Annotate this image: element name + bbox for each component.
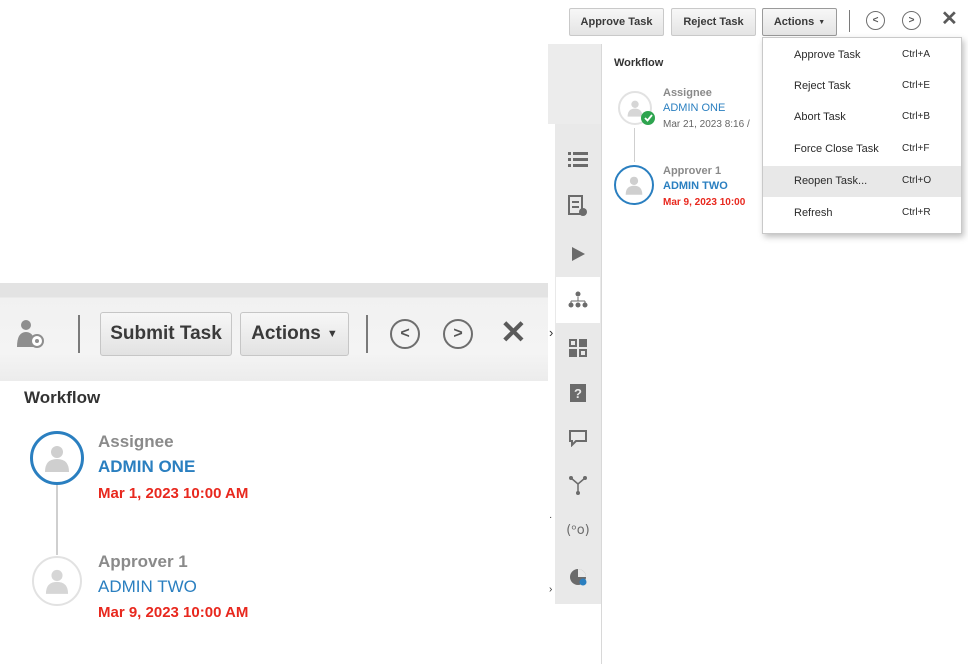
menu-item-label: Refresh [794, 207, 833, 219]
workflow-date: Mar 9, 2023 10:00 [663, 197, 746, 208]
previous-icon[interactable]: < [866, 11, 885, 30]
approver-avatar [32, 556, 82, 606]
submit-task-button[interactable]: Submit Task [100, 312, 232, 356]
stray-mark: › [549, 325, 554, 340]
branch-icon[interactable] [556, 463, 600, 507]
menu-item-shortcut: Ctrl+F [902, 143, 930, 154]
toolbar-separator [78, 315, 80, 353]
menu-item-shortcut: Ctrl+O [902, 175, 932, 186]
workflow-user-link[interactable]: ADMIN ONE [98, 457, 195, 477]
assignee-avatar [30, 431, 84, 485]
menu-item-label: Reject Task [794, 80, 851, 92]
approve-task-label: Approve Task [580, 16, 653, 28]
workflow-connector [56, 482, 58, 555]
panel-divider [601, 44, 602, 664]
workflow-role: Approver 1 [663, 165, 722, 177]
next-icon[interactable]: > [902, 11, 921, 30]
broadcast-icon[interactable]: (ᵒo) [556, 508, 600, 552]
reject-task-button[interactable]: Reject Task [671, 8, 756, 36]
menu-item-reopen-task[interactable]: Reopen Task... Ctrl+O [763, 166, 961, 197]
play-icon[interactable] [556, 232, 600, 276]
menu-item-abort-task[interactable]: Abort Task Ctrl+B [763, 102, 961, 133]
workflow-date: Mar 21, 2023 8:16 / [663, 119, 750, 130]
close-icon[interactable]: ✕ [500, 316, 527, 348]
side-panel-strip [548, 44, 602, 124]
menu-item-label: Reopen Task... [794, 175, 868, 187]
comment-icon[interactable] [556, 416, 600, 460]
menu-item-shortcut: Ctrl+B [902, 111, 931, 122]
menu-item-refresh[interactable]: Refresh Ctrl+R [763, 198, 961, 229]
previous-icon[interactable]: < [390, 319, 420, 349]
approve-task-button[interactable]: Approve Task [569, 8, 664, 36]
workflow-connector [634, 128, 635, 162]
user-settings-icon[interactable] [16, 317, 44, 351]
toolbar-separator [849, 10, 850, 32]
approver-avatar [614, 165, 654, 205]
workflow-title: Workflow [24, 388, 101, 407]
toolbar-separator [366, 315, 368, 353]
workflow-title: Workflow [614, 57, 664, 69]
menu-item-label: Force Close Task [794, 143, 879, 155]
stray-mark: › [549, 584, 553, 595]
help-document-icon[interactable]: ? [556, 371, 600, 415]
reject-task-label: Reject Task [683, 16, 744, 28]
workflow-user-link[interactable]: ADMIN TWO [663, 180, 728, 192]
workflow-role: Approver 1 [98, 552, 188, 571]
caret-down-icon: ▼ [818, 18, 826, 26]
workflow-user-link[interactable]: ADMIN ONE [663, 102, 725, 114]
submit-task-label: Submit Task [110, 323, 222, 344]
workflow-user-link[interactable]: ADMIN TWO [98, 577, 197, 597]
document-details-icon[interactable] [556, 184, 600, 228]
stray-mark: · [549, 512, 553, 523]
menu-item-label: Abort Task [794, 111, 846, 123]
caret-down-icon: ▼ [326, 328, 338, 340]
workflow-role: Assignee [663, 87, 712, 99]
menu-item-shortcut: Ctrl+R [902, 207, 931, 218]
pie-chart-icon[interactable] [556, 555, 600, 599]
menu-item-shortcut: Ctrl+A [902, 49, 931, 60]
completed-check-icon [641, 111, 655, 125]
menu-item-shortcut: Ctrl+E [902, 80, 931, 91]
close-icon[interactable]: ✕ [941, 9, 958, 29]
hierarchy-icon[interactable] [556, 277, 600, 323]
svg-text:?: ? [574, 386, 582, 401]
menu-item-force-close-task[interactable]: Force Close Task Ctrl+F [763, 134, 961, 165]
workflow-role: Assignee [98, 432, 174, 451]
left-workflow-panel [0, 381, 548, 664]
actions-menu-button[interactable]: Actions ▼ [240, 312, 349, 356]
menu-item-label: Approve Task [794, 49, 861, 61]
actions-label: Actions [773, 16, 815, 28]
actions-label: Actions [251, 323, 321, 344]
grid-icon[interactable] [556, 326, 600, 370]
list-icon[interactable] [556, 137, 600, 181]
actions-menu-button[interactable]: Actions ▼ [762, 8, 837, 36]
next-icon[interactable]: > [443, 319, 473, 349]
workflow-date: Mar 1, 2023 10:00 AM [98, 485, 249, 502]
menu-item-reject-task[interactable]: Reject Task Ctrl+E [763, 71, 961, 102]
workflow-date: Mar 9, 2023 10:00 AM [98, 604, 249, 621]
menu-item-approve-task[interactable]: Approve Task Ctrl+A [763, 40, 961, 71]
